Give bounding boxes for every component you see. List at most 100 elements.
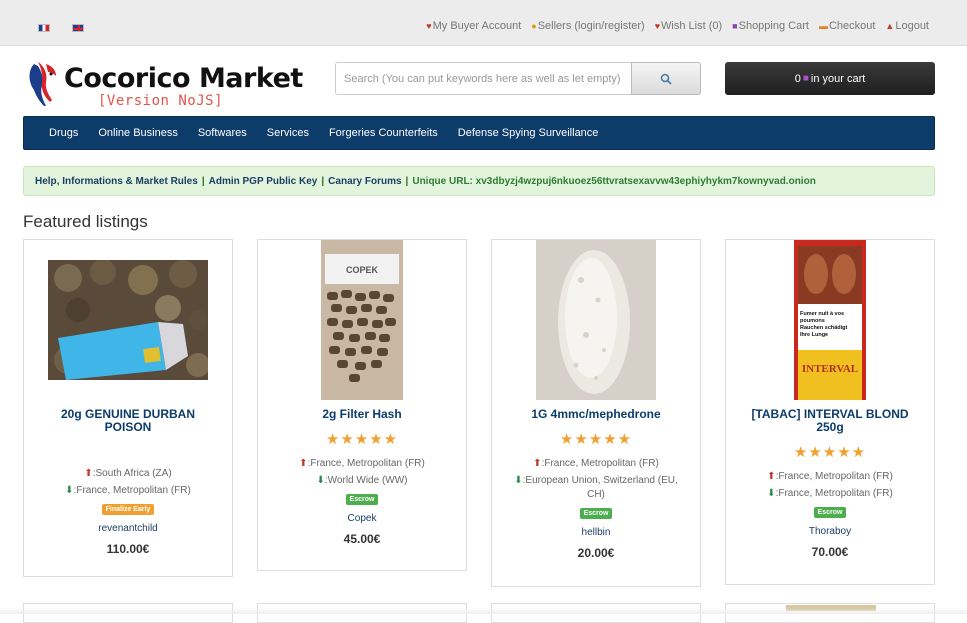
- account-links: ♥ My Buyer Account ● Sellers (login/regist…: [426, 20, 929, 32]
- money-bag-icon: ●: [531, 21, 537, 31]
- logout-icon: ▲: [885, 21, 895, 31]
- ships-from: ⬆:France, Metropolitan (FR): [767, 471, 893, 482]
- search-bar: [335, 62, 701, 95]
- checkout-link[interactable]: ▬ Checkout: [819, 20, 875, 32]
- ships-from: ⬆:South Africa (ZA): [84, 468, 172, 479]
- listing-price: 20.00€: [577, 546, 615, 560]
- ships-to: ⬇:World Wide (WW): [316, 475, 408, 486]
- credit-card-icon: ▬: [818, 21, 828, 31]
- listing-card[interactable]: 20g GENUINE DURBAN POISON ⬆:South Africa…: [23, 239, 233, 577]
- ships-from: ⬆:France, Metropolitan (FR): [299, 458, 425, 469]
- listing-price: 45.00€: [343, 532, 381, 546]
- english-flag-icon[interactable]: [72, 24, 84, 32]
- listing-title[interactable]: [TABAC] INTERVAL BLOND 250g: [726, 408, 934, 434]
- listing-card[interactable]: 1G 4mmc/mephedrone ★★★★★ ⬆:France, Metro…: [491, 239, 701, 587]
- escrow-badge: Escrow: [345, 494, 379, 505]
- hash-bag-image: COPEK: [321, 240, 403, 400]
- separator: |: [321, 175, 325, 187]
- ship-to-icon: ⬇: [514, 475, 523, 486]
- search-icon: [660, 73, 672, 85]
- no-rating-spacer: [24, 434, 232, 464]
- svg-text:Rauchen schädigt: Rauchen schädigt: [800, 325, 848, 331]
- ship-to-icon: ⬇: [65, 485, 74, 496]
- ships-to: ⬇:European Union, Switzerland (EU, CH): [514, 475, 678, 500]
- site-title: Cocorico Market: [64, 63, 303, 94]
- star-rating: ★★★★★: [325, 431, 399, 448]
- page-fold: [0, 608, 967, 614]
- listing-title[interactable]: 20g GENUINE DURBAN POISON: [24, 408, 232, 434]
- listing-image[interactable]: [492, 240, 700, 402]
- my-buyer-account-link[interactable]: ♥ My Buyer Account: [426, 20, 521, 32]
- ship-from-icon: ⬆: [533, 458, 542, 469]
- separator: |: [405, 175, 409, 187]
- nav-item-softwares[interactable]: Softwares: [188, 127, 257, 139]
- admin-pgp-key-link[interactable]: Admin PGP Public Key: [209, 176, 318, 187]
- logout-link[interactable]: ▲ Logout: [885, 20, 929, 32]
- ship-to-icon: ⬇: [767, 488, 776, 499]
- svg-text:poumons: poumons: [800, 318, 825, 324]
- seller-link[interactable]: hellbin: [492, 527, 700, 538]
- cart-label: in your cart: [810, 72, 866, 85]
- sellers-login-link[interactable]: ● Sellers (login/register): [531, 20, 644, 32]
- cart-button[interactable]: 0 ■ in your cart: [725, 62, 935, 95]
- cannabis-lighter-image: [48, 260, 208, 380]
- listing-image[interactable]: COPEK: [258, 240, 466, 402]
- escrow-badge: Escrow: [579, 508, 613, 519]
- ship-from-icon: ⬆: [767, 471, 776, 482]
- top-bar: ♥ My Buyer Account ● Sellers (login/regist…: [0, 0, 967, 46]
- cart-count: 0: [794, 72, 801, 85]
- listing-card[interactable]: Fumer nuit à vos poumons Rauchen schädig…: [725, 239, 935, 585]
- site-subtitle: [Version NoJS]: [98, 93, 224, 109]
- ship-from-icon: ⬆: [299, 458, 308, 469]
- nav-item-defense-spying[interactable]: Defense Spying Surveillance: [448, 127, 609, 139]
- site-logo[interactable]: Cocorico Market [Version NoJS]: [26, 60, 316, 110]
- listing-title[interactable]: 1G 4mmc/mephedrone: [492, 408, 700, 421]
- finalize-early-badge: Finalize Early: [101, 504, 155, 515]
- listing-card[interactable]: COPEK 2g Filter Hash ★★★★★ ⬆:France, Met…: [257, 239, 467, 571]
- escrow-badge: Escrow: [813, 507, 847, 518]
- pack-brand: INTERVAL: [802, 363, 858, 375]
- ship-from-icon: ⬆: [84, 468, 93, 479]
- help-rules-link[interactable]: Help, Informations & Market Rules: [35, 176, 198, 187]
- listing-price: 110.00€: [106, 542, 150, 556]
- heart-icon: ♥: [426, 21, 432, 31]
- star-rating: ★★★★★: [793, 444, 867, 461]
- language-selector: [38, 24, 84, 32]
- nav-item-online-business[interactable]: Online Business: [88, 127, 188, 139]
- shopping-bag-icon: ■: [732, 21, 738, 31]
- ships-to: ⬇:France, Metropolitan (FR): [767, 488, 893, 499]
- canary-forums-link[interactable]: Canary Forums: [328, 176, 401, 187]
- category-nav: Drugs Online Business Softwares Services…: [23, 116, 935, 150]
- powder-image: [536, 240, 656, 400]
- shopping-cart-link[interactable]: ■ Shopping Cart: [732, 20, 809, 32]
- star-rating: ★★★★★: [559, 431, 633, 448]
- nav-item-services[interactable]: Services: [257, 127, 319, 139]
- svg-text:Fumer nuit à vos: Fumer nuit à vos: [800, 311, 844, 317]
- separator: |: [201, 175, 205, 187]
- seller-link[interactable]: Thoraboy: [726, 526, 934, 537]
- rooster-icon: [29, 62, 56, 106]
- seller-link[interactable]: Copek: [258, 513, 466, 524]
- heart-icon: ♥: [654, 21, 661, 31]
- tobacco-pack-image: Fumer nuit à vos poumons Rauchen schädig…: [794, 240, 866, 400]
- seller-link[interactable]: revenantchild: [24, 523, 232, 534]
- nav-item-drugs[interactable]: Drugs: [39, 127, 88, 139]
- bag-label: COPEK: [346, 265, 379, 275]
- nav-item-forgeries[interactable]: Forgeries Counterfeits: [319, 127, 448, 139]
- unique-url: Unique URL: xv3dbyzj4wzpuj6nkuoez56ttvra…: [412, 175, 816, 187]
- shopping-bag-icon: ■: [802, 73, 809, 84]
- search-input[interactable]: [335, 62, 631, 95]
- ship-to-icon: ⬇: [316, 475, 325, 486]
- featured-listings-heading: Featured listings: [23, 212, 148, 231]
- listing-image[interactable]: Fumer nuit à vos poumons Rauchen schädig…: [726, 240, 934, 402]
- ships-from: ⬆:France, Metropolitan (FR): [533, 458, 659, 469]
- svg-text:Ihre Lunge: Ihre Lunge: [800, 332, 828, 338]
- ships-to: ⬇:France, Metropolitan (FR): [65, 485, 191, 496]
- french-flag-icon[interactable]: [38, 24, 50, 32]
- info-bar: Help, Informations & Market Rules | Admi…: [23, 166, 935, 196]
- wish-list-link[interactable]: ♥ Wish List (0): [655, 20, 722, 32]
- listing-image[interactable]: [24, 240, 232, 402]
- listing-price: 70.00€: [811, 545, 849, 559]
- listing-title[interactable]: 2g Filter Hash: [258, 408, 466, 421]
- search-button[interactable]: [631, 62, 701, 95]
